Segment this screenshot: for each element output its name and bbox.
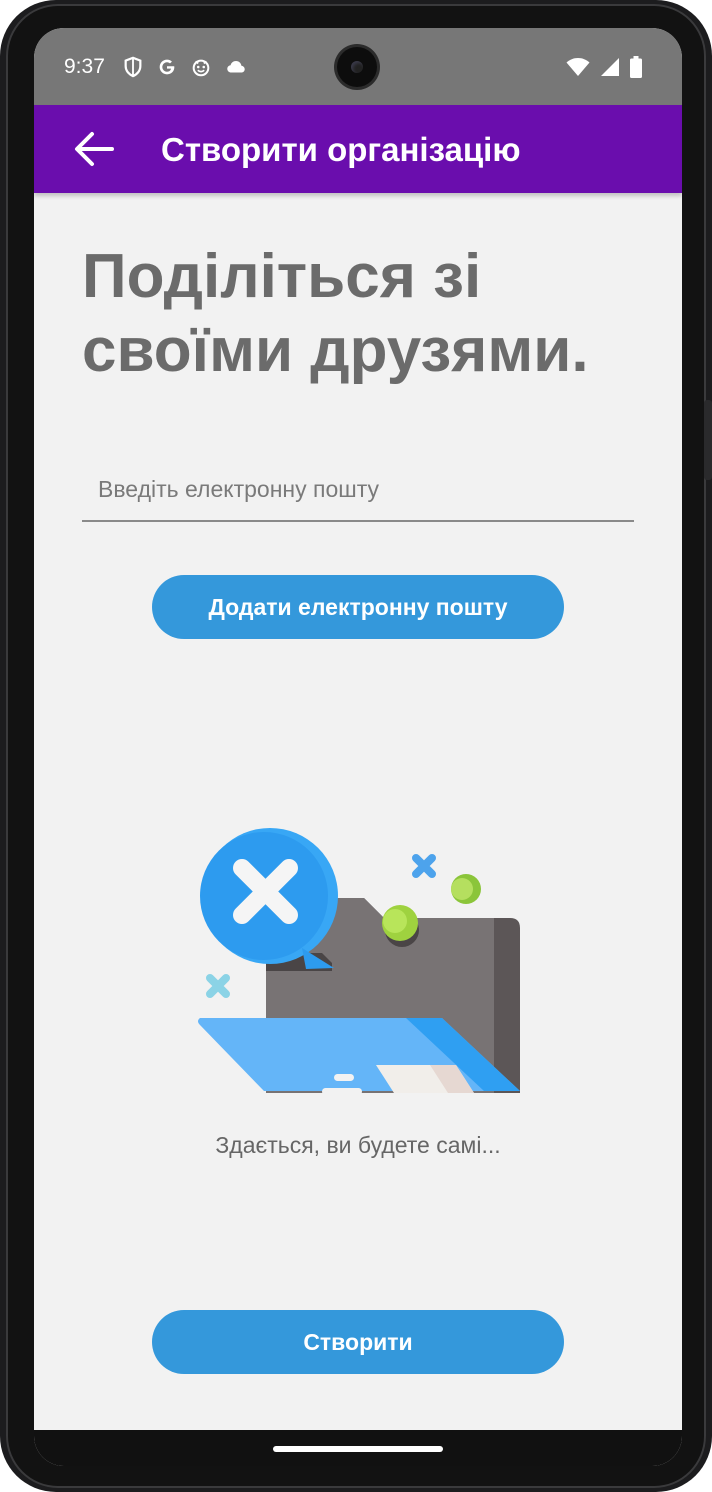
smiley-icon bbox=[192, 59, 210, 77]
battery-icon bbox=[630, 56, 642, 78]
front-camera bbox=[337, 47, 377, 87]
empty-state-text: Здається, ви будете самі... bbox=[215, 1132, 501, 1158]
volume-button bbox=[704, 400, 712, 480]
status-time: 9:37 bbox=[64, 55, 105, 78]
google-icon bbox=[159, 59, 175, 75]
arrow-back-icon bbox=[75, 132, 114, 166]
device-frame: 9:37 Створити організацію Поділіться зі … bbox=[0, 0, 712, 1492]
email-input[interactable] bbox=[82, 458, 634, 522]
status-icons-right bbox=[566, 56, 642, 78]
navigation-bar bbox=[34, 1430, 682, 1466]
empty-folder-illustration bbox=[198, 828, 520, 1093]
create-button[interactable]: Створити bbox=[152, 1310, 564, 1374]
cloud-icon bbox=[227, 61, 245, 73]
home-indicator[interactable] bbox=[273, 1446, 443, 1452]
app-bar: Створити організацію bbox=[34, 105, 682, 193]
shield-icon bbox=[124, 56, 142, 78]
wifi-icon bbox=[566, 58, 590, 76]
signal-icon bbox=[601, 58, 619, 76]
status-icons-left bbox=[122, 56, 248, 78]
add-email-button[interactable]: Додати електронну пошту bbox=[152, 575, 564, 639]
app-title: Створити організацію bbox=[161, 131, 521, 168]
status-bar: 9:37 bbox=[34, 28, 682, 105]
screen: 9:37 Створити організацію Поділіться зі … bbox=[34, 28, 682, 1466]
back-button[interactable] bbox=[72, 131, 116, 167]
page-headline: Поділіться зі своїми друзями. bbox=[82, 242, 589, 385]
